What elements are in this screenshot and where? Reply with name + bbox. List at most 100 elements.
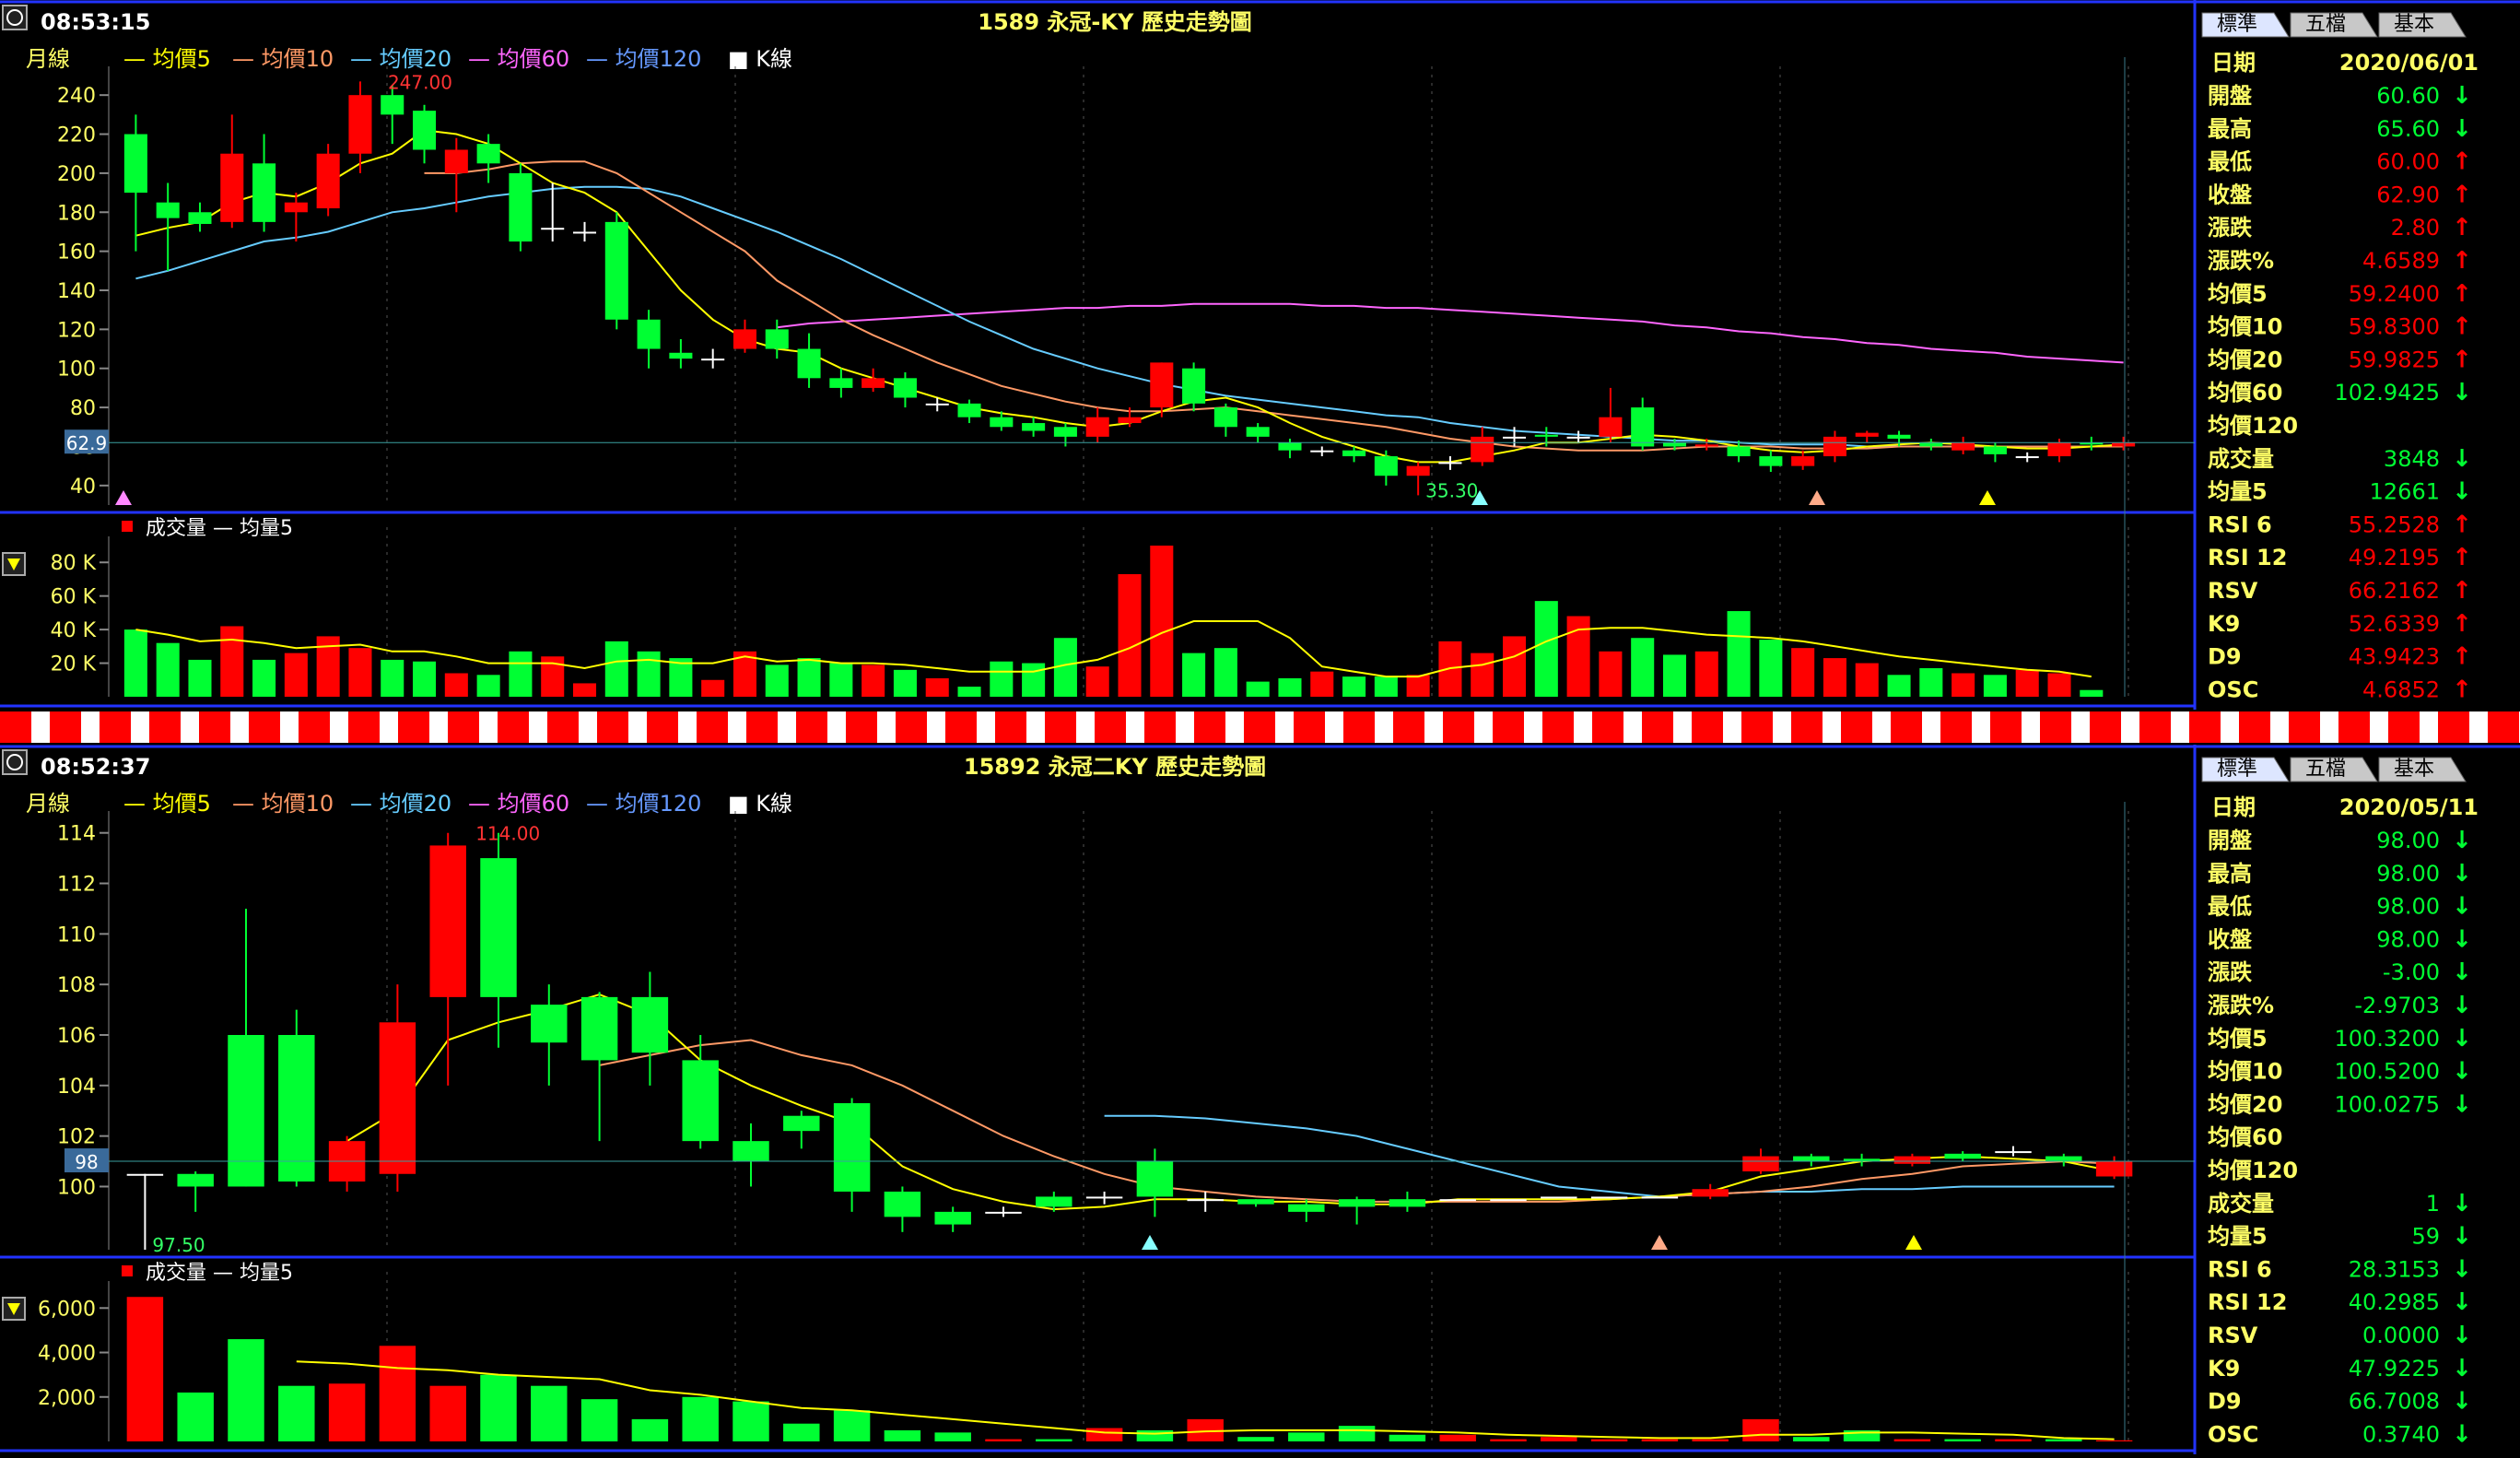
volume-bar — [2015, 669, 2039, 697]
candle — [1053, 427, 1077, 437]
arrow-down-icon: ↓ — [2452, 478, 2472, 506]
candle — [1213, 407, 1237, 428]
price-label: 62.9 — [66, 432, 108, 454]
tab-label-0[interactable]: 標準 — [2217, 758, 2257, 781]
candle — [1855, 432, 1879, 437]
clock-icon-box[interactable] — [2, 749, 28, 775]
candle — [1136, 1161, 1174, 1197]
info-label: 均價20 — [2208, 347, 2282, 372]
candle — [531, 1005, 568, 1043]
y-tick-label: 102 — [57, 1126, 96, 1149]
candle — [379, 1022, 416, 1174]
candle — [1406, 465, 1430, 476]
candle — [1182, 368, 1206, 404]
panel-background — [0, 0, 2520, 710]
info-date-label: 日期 — [2211, 794, 2256, 820]
volume-tick-label: 40 K — [51, 619, 97, 642]
volume-bar — [1742, 1418, 1779, 1441]
info-label: 均價10 — [2208, 314, 2282, 340]
legend-item: ■ K線 — [728, 791, 792, 817]
volume-bar — [1310, 671, 1334, 697]
tab-label-0[interactable]: 標準 — [2217, 13, 2257, 36]
info-value: 1 — [2426, 1191, 2440, 1217]
arrow-up-icon: ↑ — [2452, 247, 2472, 275]
legend-item: — 均價120 — [586, 791, 701, 817]
arrow-up-icon: ↑ — [2452, 544, 2472, 571]
volume-bar — [1374, 676, 1398, 697]
info-label: 均量5 — [2208, 1224, 2268, 1250]
arrow-down-icon: ↓ — [2452, 1223, 2472, 1251]
candle — [1793, 1156, 1830, 1162]
y-tick-label: 110 — [57, 923, 96, 947]
clock-icon-box[interactable] — [2, 5, 28, 30]
arrow-up-icon: ↑ — [2452, 676, 2472, 703]
candle — [580, 996, 618, 1061]
tab-label-1[interactable]: 五檔 — [2305, 13, 2346, 36]
candle — [1599, 417, 1623, 437]
volume-bar — [1983, 675, 2007, 697]
volume-tick-label: 4,000 — [38, 1343, 96, 1366]
period-label: 月線 — [26, 791, 70, 817]
candle — [1338, 1199, 1376, 1207]
volume-bar — [1727, 611, 1751, 697]
volume-bar — [2080, 689, 2104, 697]
info-label: 均價5 — [2208, 281, 2268, 307]
tab-label-2[interactable]: 基本 — [2394, 758, 2434, 781]
candle — [682, 1060, 719, 1142]
candle — [990, 417, 1014, 428]
info-value: 66.7008 — [2349, 1389, 2440, 1415]
volume-tick-label: 60 K — [51, 586, 97, 609]
info-value: 102.9425 — [2334, 380, 2440, 406]
info-label: 均價60 — [2208, 1124, 2282, 1150]
info-value: 47.9225 — [2349, 1356, 2440, 1382]
volume-bar — [1855, 663, 1879, 697]
tab-label-2[interactable]: 基本 — [2394, 13, 2434, 36]
y-tick-label: 100 — [57, 1176, 96, 1199]
volume-bar — [1136, 1429, 1174, 1441]
tab-label-1[interactable]: 五檔 — [2305, 758, 2346, 781]
volume-bar — [1759, 640, 1783, 697]
y-tick-label: 40 — [70, 476, 96, 499]
arrow-up-icon: ↑ — [2452, 181, 2472, 208]
info-label: RSI 12 — [2208, 545, 2287, 570]
y-tick-label: 120 — [57, 319, 96, 342]
info-value: -2.9703 — [2354, 993, 2440, 1018]
candle — [1919, 442, 1943, 447]
candle — [733, 329, 757, 349]
candle — [1150, 362, 1174, 408]
volume-bar — [1694, 651, 1718, 697]
info-value: 4.6852 — [2362, 676, 2440, 702]
volume-bar — [1490, 1439, 1527, 1441]
candle — [1085, 417, 1109, 437]
volume-bar — [2047, 673, 2071, 697]
candle — [2112, 442, 2136, 447]
candle — [1438, 462, 1462, 464]
candle — [884, 1191, 921, 1217]
candle — [1791, 456, 1815, 466]
info-value: 4.6589 — [2362, 248, 2440, 274]
info-label: 均量5 — [2208, 479, 2268, 505]
chart-title: 1589 永冠-KY 歷史走勢圖 — [978, 9, 1251, 35]
info-label: 最低 — [2208, 894, 2252, 920]
candle — [476, 144, 500, 164]
info-label: 成交量 — [2208, 1191, 2274, 1217]
arrow-up-icon: ↑ — [2452, 280, 2472, 308]
candle — [1952, 442, 1975, 451]
info-value: 52.6339 — [2349, 611, 2440, 637]
volume-bar — [328, 1383, 366, 1441]
legend-item: — 均價10 — [232, 791, 334, 817]
candle — [2095, 1161, 2133, 1177]
candle — [1389, 1199, 1426, 1207]
info-label: OSC — [2208, 676, 2258, 702]
volume-bar — [925, 677, 949, 697]
y-tick-label: 80 — [70, 397, 96, 420]
arrow-up-icon: ↑ — [2452, 346, 2472, 373]
arrow-down-icon: ↓ — [2452, 860, 2472, 888]
info-label: RSV — [2208, 578, 2258, 604]
volume-bar — [957, 687, 981, 697]
volume-bar — [476, 675, 500, 697]
candle — [2045, 1156, 2082, 1162]
volume-bar — [2045, 1439, 2082, 1441]
candle — [2047, 442, 2071, 457]
volume-bar — [934, 1432, 971, 1441]
